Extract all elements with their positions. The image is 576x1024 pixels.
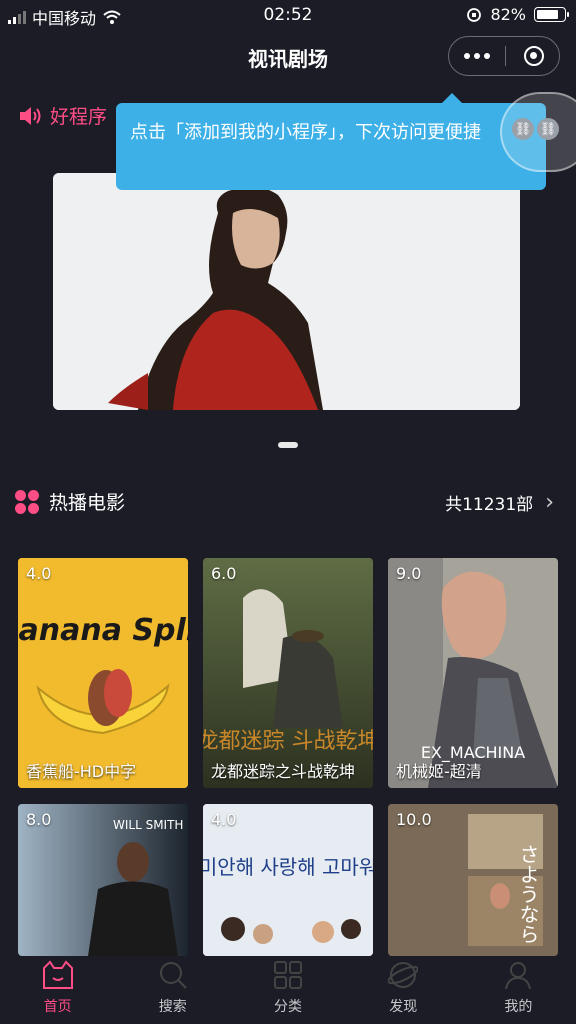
movie-card[interactable]: WILL SMITH 8.0 (18, 804, 188, 956)
tab-profile[interactable]: 我的 (461, 957, 576, 1024)
more-button[interactable] (449, 37, 505, 75)
tab-label: 首页 (43, 999, 72, 1015)
more-movies-link[interactable]: 共11231部 › (445, 490, 554, 515)
poster-title: 龙都迷踪 斗战乾坤 (203, 729, 373, 754)
movie-card[interactable]: Banana Split 4.0 香蕉船-HD中字 (18, 558, 188, 788)
link-icon: ⛓ (537, 118, 559, 140)
tab-label: 分类 (274, 999, 302, 1015)
poster-title: Banana Split (18, 613, 188, 648)
miniprogram-capsule (448, 36, 560, 76)
movie-poster: 龙都迷踪 斗战乾坤 (203, 558, 373, 788)
status-bar: 中国移动 02:52 82% (0, 0, 576, 30)
section-header: 热播电影 (15, 488, 125, 515)
movie-card[interactable]: さようなら 10.0 (388, 804, 558, 956)
tab-label: 我的 (504, 999, 533, 1015)
chevron-right-icon: › (545, 490, 554, 515)
movie-score: 6.0 (211, 564, 237, 583)
tooltip-arrow (442, 93, 462, 103)
discover-icon (388, 962, 419, 988)
movie-score: 4.0 (211, 810, 237, 829)
battery-percent: 82% (490, 5, 526, 24)
poster-title: さようなら (516, 844, 540, 944)
movie-poster: EX_MACHINA (388, 558, 558, 788)
link-icon: ⛓ (512, 118, 534, 140)
movie-score: 4.0 (26, 564, 52, 583)
notice-text: 好程序 (50, 106, 108, 128)
movie-card[interactable]: 미안해 사랑해 고마워 4.0 (203, 804, 373, 956)
add-miniprogram-tooltip[interactable]: 点击「添加到我的小程序」，下次访问更便捷 (116, 103, 546, 190)
movie-score: 10.0 (396, 810, 432, 829)
battery-icon (534, 7, 569, 22)
movie-card[interactable]: EX_MACHINA 9.0 机械姬-超清 (388, 558, 558, 788)
home-icon (42, 960, 73, 989)
banner-carousel[interactable] (53, 173, 520, 410)
category-icon (274, 961, 302, 989)
banner-image (53, 173, 520, 410)
movie-count: 共11231部 (445, 495, 534, 515)
search-icon (159, 962, 187, 989)
movie-card[interactable]: 龙都迷踪 斗战乾坤 6.0 龙都迷踪之斗战乾坤 (203, 558, 373, 788)
movie-score: 9.0 (396, 564, 422, 583)
tab-discover[interactable]: 发现 (346, 957, 461, 1024)
tab-search[interactable]: 搜索 (115, 957, 230, 1024)
tab-category[interactable]: 分类 (230, 957, 345, 1024)
target-icon (523, 46, 544, 66)
movie-title: 香蕉船-HD中字 (26, 762, 137, 781)
close-miniprogram-button[interactable] (506, 37, 561, 75)
nav-bar: 视讯剧场 (0, 30, 576, 84)
speaker-icon (20, 106, 41, 125)
section-title: 热播电影 (49, 492, 126, 514)
link-icons: ⛓ ⛓ (512, 118, 559, 140)
movie-title: 机械姬-超清 (396, 762, 482, 781)
grid-icon (15, 489, 39, 514)
poster-title: WILL SMITH (113, 818, 183, 832)
movie-score: 8.0 (26, 810, 52, 829)
poster-title: 미안해 사랑해 고마워 (203, 855, 373, 879)
notice-bar[interactable]: 好程序 (18, 102, 107, 129)
tab-bar: 首页 搜索 分类 发现 我的 (0, 957, 576, 1024)
more-dots-icon (464, 53, 470, 59)
orientation-lock-icon (467, 7, 482, 22)
movie-title: 龙都迷踪之斗战乾坤 (211, 762, 356, 781)
tab-label: 搜索 (158, 999, 187, 1015)
tab-home[interactable]: 首页 (0, 957, 115, 1024)
carousel-indicator (278, 442, 298, 448)
tab-label: 发现 (389, 999, 418, 1015)
profile-icon (505, 962, 532, 990)
movie-poster: Banana Split (18, 558, 188, 788)
